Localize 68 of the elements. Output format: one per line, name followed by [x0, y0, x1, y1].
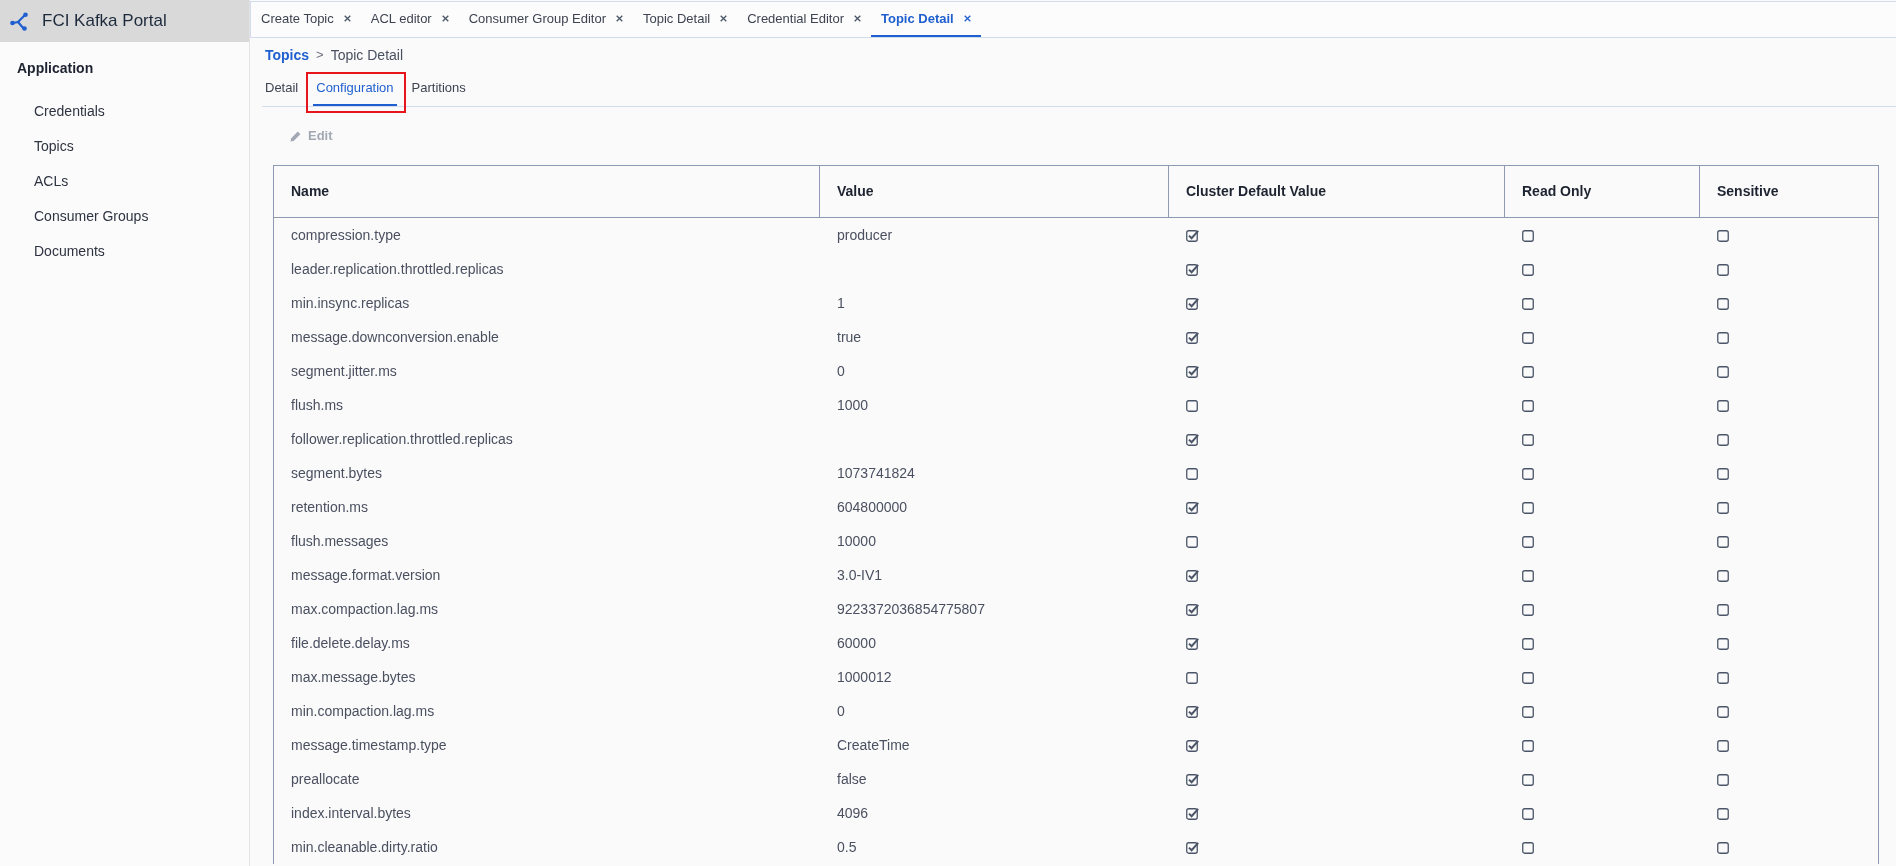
network-nodes-icon: [10, 11, 29, 31]
sidebar-item[interactable]: Credentials: [34, 94, 105, 129]
table-cell: 1000: [837, 396, 869, 413]
close-icon[interactable]: [615, 15, 623, 22]
sidebar-item[interactable]: Documents: [34, 234, 105, 269]
column-header: Name: [274, 166, 820, 217]
table-cell: 0.5: [837, 838, 857, 855]
subtab[interactable]: Detail: [262, 72, 302, 106]
column-header: Sensitive: [1716, 182, 1780, 201]
table-cell: min.insync.replicas: [291, 294, 410, 311]
table-cell: 0: [837, 702, 845, 719]
app-title: FCI Kafka Portal: [42, 10, 167, 33]
close-icon[interactable]: [963, 15, 971, 22]
table-cell: max.message.bytes: [291, 668, 416, 685]
table-cell: min.compaction.lag.ms: [291, 702, 435, 719]
table-cell: segment.jitter.ms: [291, 362, 397, 379]
table-cell: message.format.version: [291, 566, 441, 583]
close-icon[interactable]: [441, 15, 449, 22]
close-icon[interactable]: [343, 15, 351, 22]
column-header: Cluster Default Value: [1169, 166, 1505, 217]
table-cell: min.cleanable.dirty.ratio: [291, 838, 438, 855]
sidebar-item[interactable]: Topics: [34, 129, 74, 164]
close-icon[interactable]: [854, 15, 861, 22]
subtab[interactable]: Partitions: [408, 72, 469, 106]
table-cell: leader.replication.throttled.replicas: [291, 260, 504, 277]
table-cell: flush.ms: [291, 396, 344, 413]
table-cell: preallocate: [291, 770, 360, 787]
breadcrumb-link[interactable]: Topics: [265, 44, 310, 66]
table-cell: 1000012: [837, 668, 892, 685]
table-cell: segment.bytes: [291, 464, 383, 481]
table-cell: compression.type: [291, 226, 401, 243]
table-cell: file.delete.delay.ms: [291, 634, 410, 651]
table-cell: 0: [837, 362, 845, 379]
table-cell: true: [837, 328, 862, 345]
table-cell: producer: [837, 226, 893, 243]
table-cell: index.interval.bytes: [291, 804, 411, 821]
table-cell: message.timestamp.type: [291, 736, 447, 753]
tab[interactable]: Consumer Group Editor: [458, 2, 633, 37]
breadcrumb-separator: >: [316, 46, 324, 65]
tab[interactable]: Topic Detail: [632, 2, 738, 37]
tab[interactable]: Create Topic: [251, 2, 361, 37]
table-cell: max.compaction.lag.ms: [291, 600, 439, 617]
table-cell: 604800000: [837, 498, 908, 515]
table-cell: false: [837, 770, 867, 787]
pencil-icon: [290, 130, 301, 142]
table-cell: flush.messages: [291, 532, 389, 549]
table-cell: 9223372036854775807: [837, 600, 985, 617]
table-cell: 1073741824: [837, 464, 915, 481]
tab[interactable]: Topic Detail: [871, 2, 981, 37]
tab[interactable]: Credential Editor: [737, 2, 871, 37]
table-cell: CreateTime: [837, 736, 910, 753]
sidebar-item[interactable]: ACLs: [34, 164, 69, 199]
section-heading: Application: [17, 59, 94, 78]
table-cell: 1: [837, 294, 845, 311]
column-header: Value: [820, 166, 1169, 217]
table-cell: 60000: [837, 634, 876, 651]
table-cell: 3.0-IV1: [837, 566, 883, 583]
table-cell: message.downconversion.enable: [291, 328, 499, 345]
table-cell: 10000: [837, 532, 876, 549]
sidebar-item[interactable]: Consumer Groups: [34, 199, 149, 234]
table-cell: follower.replication.throttled.replicas: [291, 430, 513, 447]
tab[interactable]: ACL editor: [360, 2, 459, 37]
table-cell: retention.ms: [291, 498, 369, 515]
breadcrumb-current: Topic Detail: [330, 45, 404, 65]
subtab[interactable]: Configuration: [313, 72, 397, 106]
table-cell: 4096: [837, 804, 869, 821]
close-icon[interactable]: [720, 15, 728, 22]
column-header: Read Only: [1505, 166, 1700, 217]
